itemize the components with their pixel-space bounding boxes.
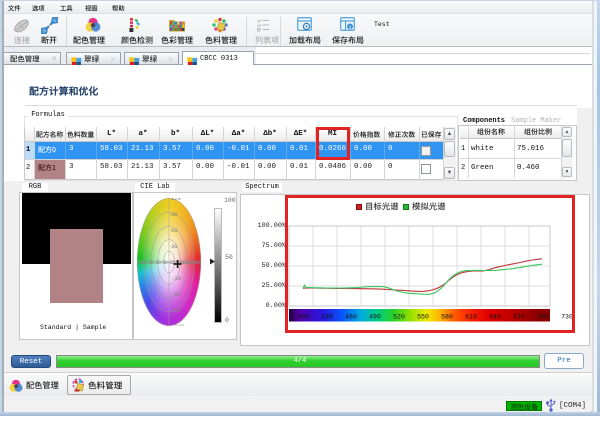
- svg-text:-30: -30: [171, 275, 181, 282]
- svg-text:60: 60: [171, 227, 178, 234]
- svg-text:-90: -90: [171, 307, 181, 314]
- svg-text:90: 90: [171, 211, 178, 218]
- svg-text:-120: -120: [171, 323, 184, 326]
- svg-text:-60: -60: [171, 291, 181, 298]
- svg-text:-120-90-60-30-20:0306090120: -120-90-60-30-20:0306090120: [137, 259, 200, 266]
- svg-text:120: 120: [171, 198, 181, 202]
- svg-text:30: 30: [171, 243, 178, 250]
